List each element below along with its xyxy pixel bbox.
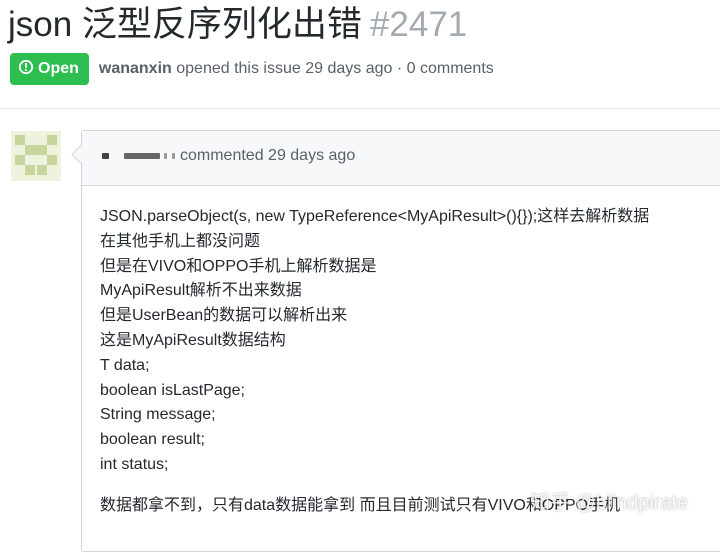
redacted-author-part <box>124 153 160 159</box>
issue-opened-icon <box>18 59 34 80</box>
identicon-avatar <box>11 131 61 181</box>
redacted-author-part <box>164 153 167 159</box>
status-badge: Open <box>10 53 89 85</box>
comment-line: boolean isLastPage; <box>100 381 245 399</box>
issue-title: json 泛型反序列化出错 #2471 <box>8 4 467 46</box>
comment-line: MyApiResult解析不出来数据 <box>100 282 302 300</box>
comment-line: String message; <box>100 406 216 424</box>
comment-timestamp[interactable]: commented 29 days ago <box>180 147 355 165</box>
comment-line: boolean result; <box>100 431 205 449</box>
redacted-author-part <box>102 153 109 159</box>
comment-line: JSON.parseObject(s, new TypeReference<My… <box>100 208 650 225</box>
watermark: 知乎 @blindpirate <box>530 492 689 514</box>
status-label: Open <box>38 60 79 77</box>
author-link[interactable]: wananxin <box>99 60 172 77</box>
comment-line: int status; <box>100 455 169 473</box>
comment-line: 这是MyApiResult数据结构 <box>100 331 286 349</box>
issue-meta: Open wananxin opened this issue 29 days … <box>10 53 494 85</box>
avatar[interactable] <box>11 131 61 181</box>
comment-header: commented 29 days ago <box>82 131 720 186</box>
issue-number: #2471 <box>369 5 468 44</box>
header-divider <box>0 108 720 109</box>
comment-line: 但是在VIVO和OPPO手机上解析数据是 <box>100 257 377 275</box>
comment-line: T data; <box>100 356 150 374</box>
issue-meta-text: wananxin opened this issue 29 days ago ·… <box>99 60 494 78</box>
issue-title-text: json 泛型反序列化出错 <box>8 5 362 44</box>
comment-line: 但是UserBean的数据可以解析出来 <box>100 307 348 325</box>
redacted-author-part <box>172 153 175 159</box>
comment-line: 在其他手机上都没问题 <box>100 232 261 250</box>
comment-body: JSON.parseObject(s, new TypeReference<My… <box>100 205 720 519</box>
opened-text: opened this issue 29 days ago · 0 commen… <box>176 60 494 77</box>
